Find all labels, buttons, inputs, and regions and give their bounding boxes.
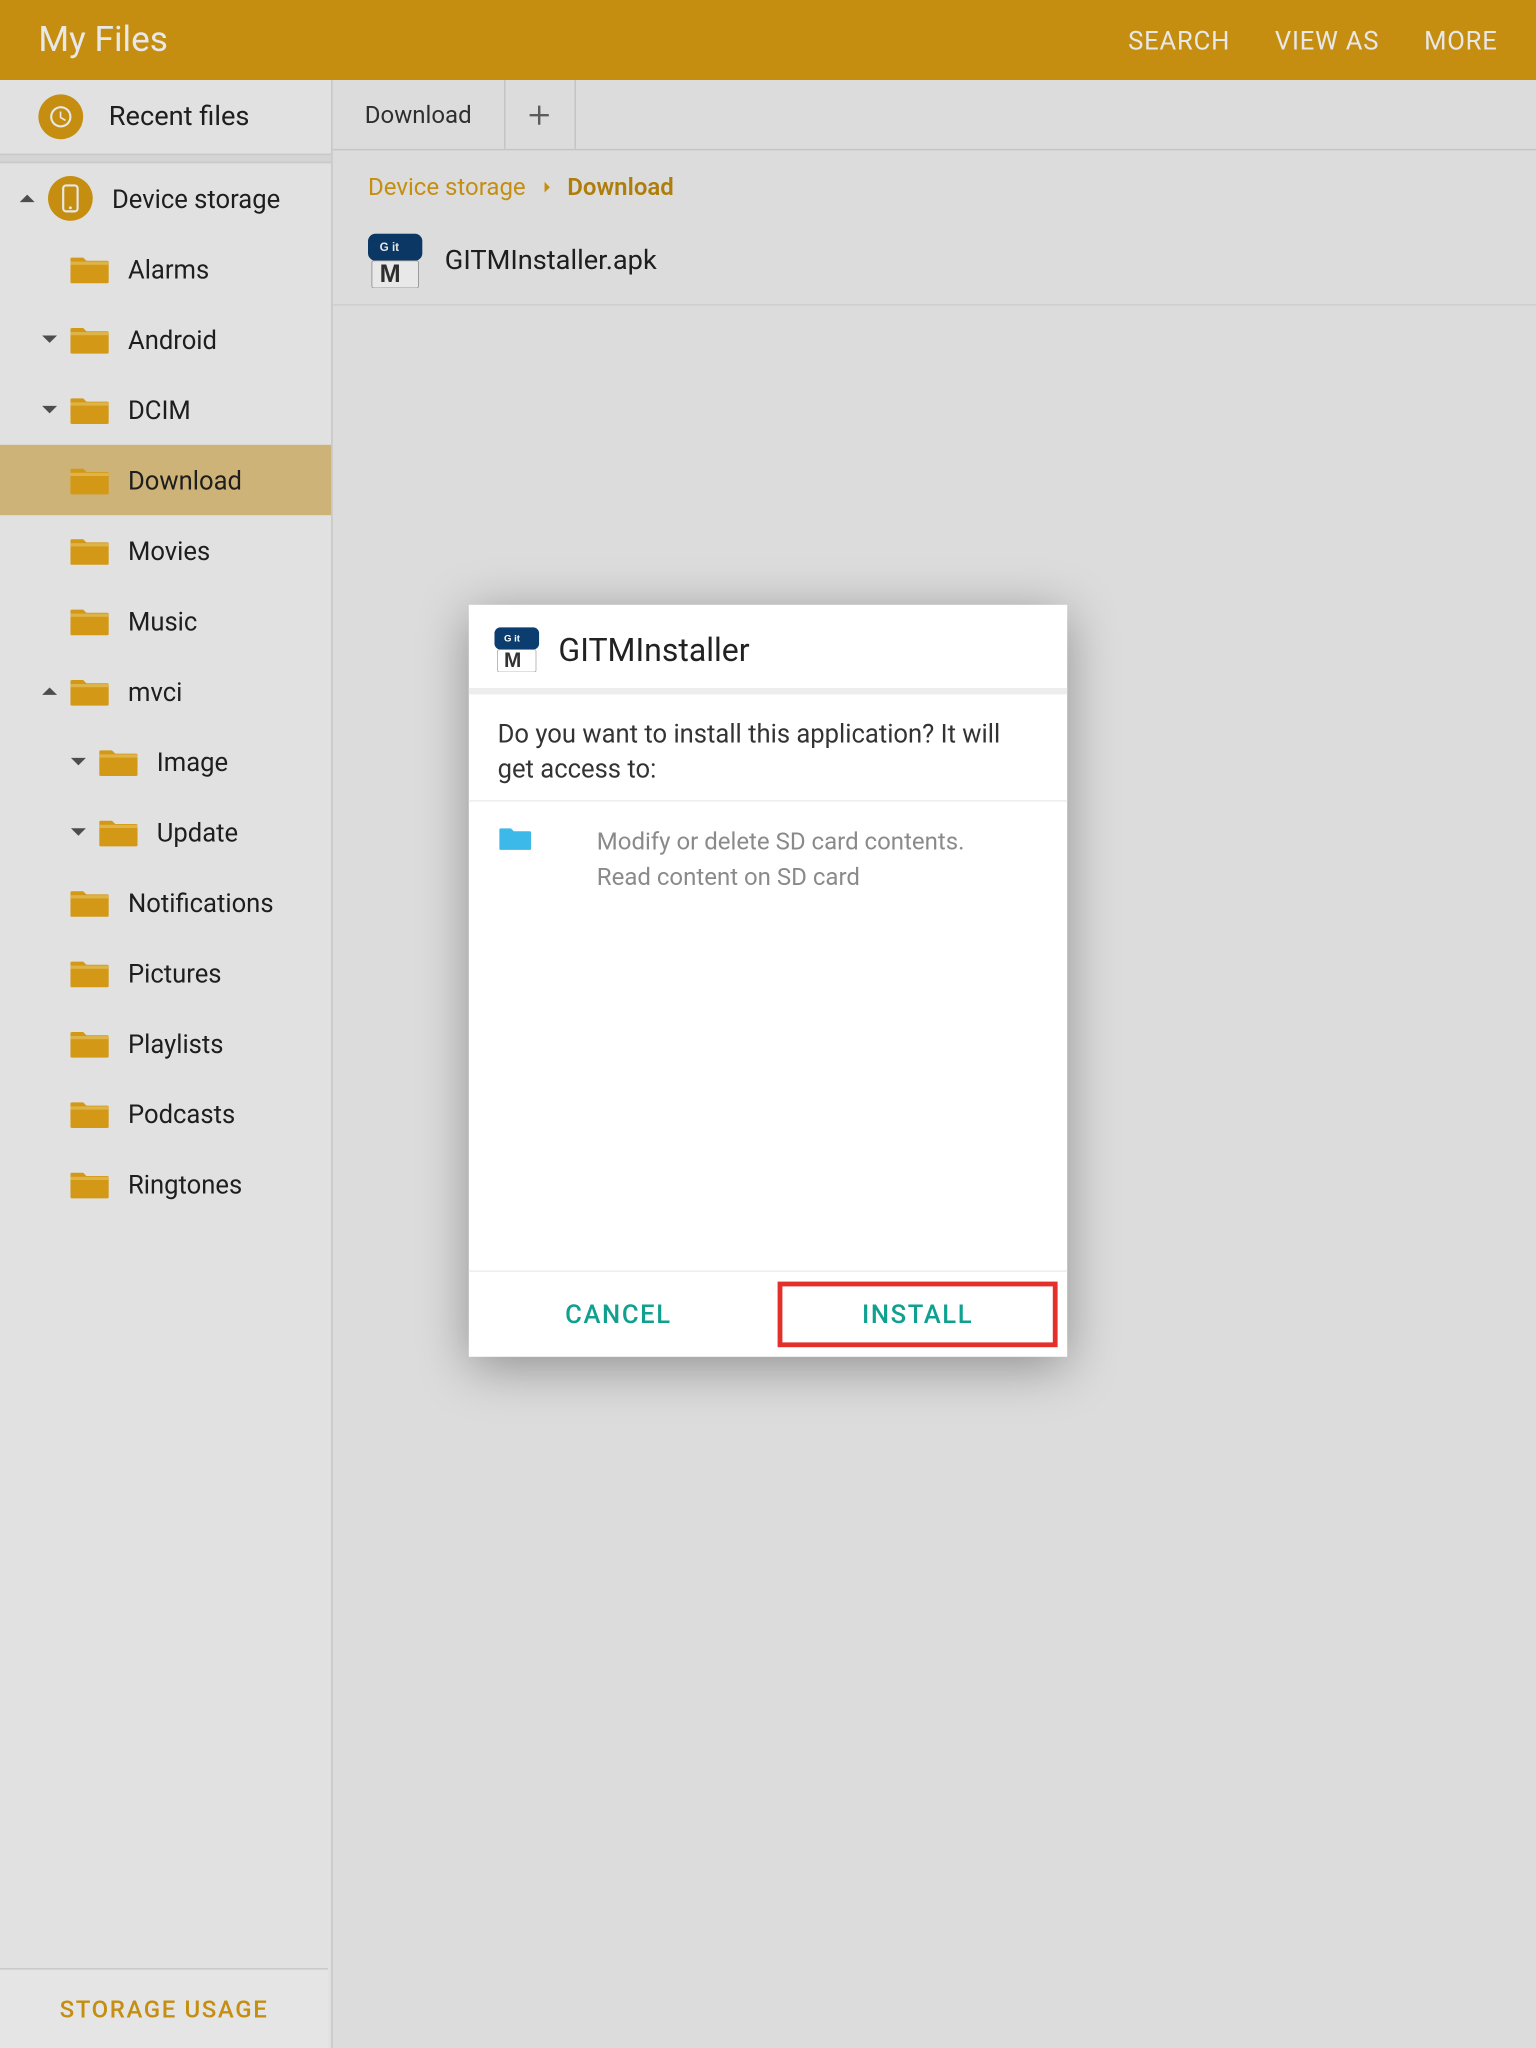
install-button[interactable]: INSTALL — [781, 1284, 1055, 1343]
dialog-title: GITMInstaller — [558, 631, 749, 669]
permission-row: Modify or delete SD card contents. Read … — [469, 801, 1067, 918]
spacer — [469, 918, 1067, 1270]
install-dialog: GITMInstaller Do you want to install thi… — [469, 605, 1067, 1356]
permission-text: Modify or delete SD card contents. Read … — [597, 823, 965, 895]
permission-line: Modify or delete SD card contents. — [597, 823, 965, 859]
permission-line: Read content on SD card — [597, 859, 965, 895]
modal-overlay: GITMInstaller Do you want to install thi… — [0, 0, 1536, 2048]
storage-permission-icon — [498, 823, 533, 858]
cancel-button[interactable]: CANCEL — [482, 1284, 756, 1343]
dialog-footer: CANCEL INSTALL — [469, 1270, 1067, 1356]
dialog-prompt: Do you want to install this application?… — [469, 695, 1067, 801]
app-icon — [494, 628, 539, 673]
dialog-header: GITMInstaller — [469, 605, 1067, 695]
